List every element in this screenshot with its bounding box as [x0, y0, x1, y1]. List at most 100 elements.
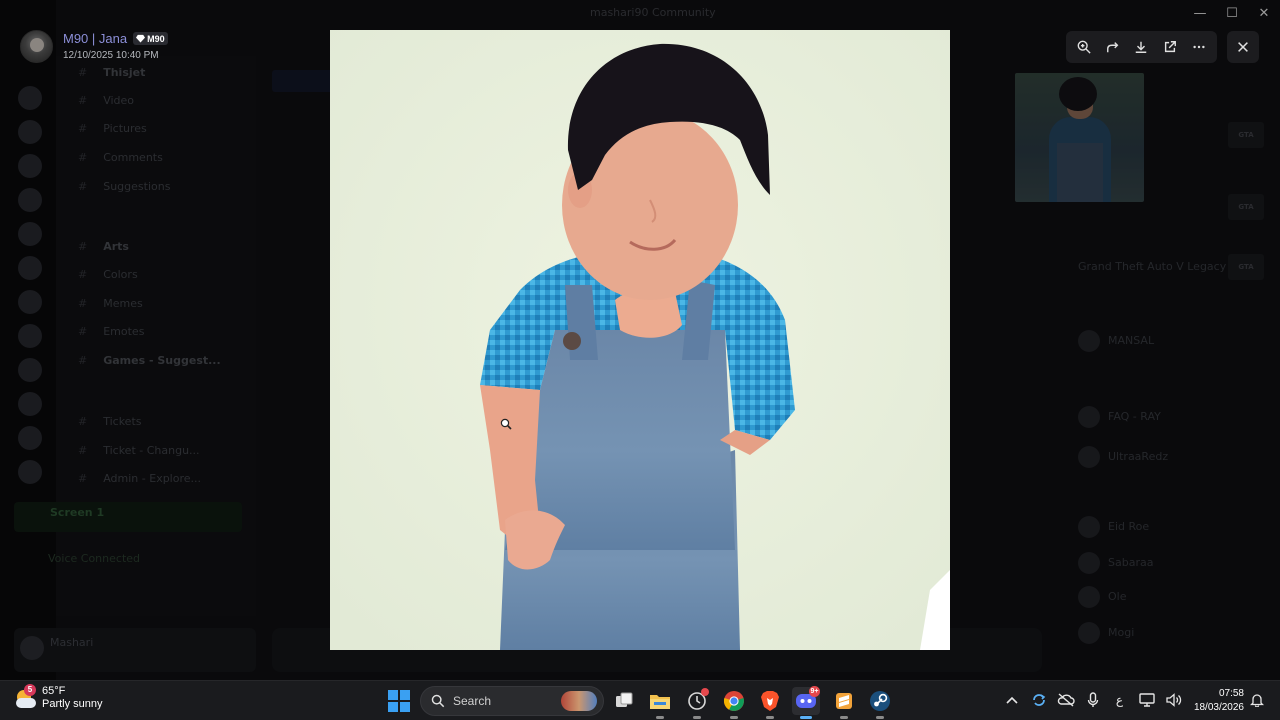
start-button[interactable]	[388, 690, 410, 712]
member-item: Eid Roe	[1078, 516, 1149, 538]
channel-item: # Emotes	[78, 325, 145, 338]
close-viewer-button[interactable]	[1227, 31, 1259, 63]
brave-button[interactable]	[756, 687, 784, 719]
open-external-icon	[1165, 41, 1177, 53]
window-title: mashari90 Community	[590, 6, 716, 19]
taskbar-clock[interactable]: 07:58 18/03/2026	[1186, 687, 1244, 715]
zoom-button[interactable]	[1071, 34, 1097, 60]
server-icon	[18, 188, 42, 212]
server-icon	[18, 256, 42, 280]
background-image-thumbnail	[1015, 73, 1144, 202]
screen: # Thisjet # Video # Pictures # Comments # Sug…	[0, 0, 1280, 720]
avatar[interactable]	[20, 30, 53, 63]
member-list: Grand Theft Auto V Legacy MANSAL FAQ - R…	[1060, 230, 1280, 670]
server-icon	[18, 154, 42, 178]
zoom-in-icon	[1077, 40, 1091, 54]
member-item: MANSAL	[1078, 330, 1154, 352]
minimize-button[interactable]: —	[1184, 0, 1216, 28]
member-item: Ole	[1078, 586, 1126, 608]
open-in-browser-button[interactable]	[1157, 34, 1183, 60]
forward-button[interactable]	[1100, 34, 1126, 60]
weather-badge: 5	[24, 684, 36, 696]
channel-item: # Games - Suggest...	[78, 354, 221, 367]
search-highlight-decoration	[561, 691, 597, 711]
channel-item: # Comments	[78, 151, 163, 164]
steam-button[interactable]	[866, 687, 894, 719]
file-explorer-button[interactable]	[646, 687, 674, 719]
channel-item: # Tickets	[78, 415, 142, 428]
channel-item: # Suggestions	[78, 180, 171, 193]
discord-notification-badge: 9+	[809, 686, 820, 697]
download-button[interactable]	[1128, 34, 1154, 60]
task-view-button[interactable]	[610, 687, 638, 715]
server-icon	[18, 392, 42, 416]
chevron-up-icon	[1005, 696, 1018, 704]
tray-sync-button[interactable]	[1029, 689, 1049, 711]
author-name[interactable]: M90 | Jana	[63, 31, 127, 46]
tray-network-button[interactable]	[1137, 689, 1157, 711]
brave-icon	[761, 691, 779, 711]
member-item: FAQ - RAY	[1078, 406, 1161, 428]
channel-item: # Arts	[78, 240, 129, 253]
forward-icon	[1106, 42, 1119, 53]
clock-date: 18/03/2026	[1193, 702, 1244, 713]
sublime-button[interactable]	[830, 687, 858, 719]
gta-badge: GTA	[1228, 194, 1264, 220]
window-controls: — ☐ ✕	[1184, 0, 1280, 28]
steam-icon	[870, 691, 890, 711]
clock-app-button[interactable]	[683, 687, 711, 719]
channel-item: # Memes	[78, 297, 143, 310]
rtc-status: Voice Connected	[48, 552, 141, 565]
weather-temp: 65°F	[42, 685, 66, 697]
chrome-icon	[723, 691, 744, 711]
zoom-cursor-icon	[500, 418, 512, 430]
gem-icon	[136, 34, 146, 43]
weather-widget[interactable]: 5 65°F Partly sunny	[14, 684, 103, 711]
server-list	[0, 0, 56, 680]
viewer-toolbar	[1066, 31, 1217, 63]
tray-microphone-button[interactable]	[1083, 689, 1103, 711]
task-view-icon	[616, 692, 633, 707]
game-activity: Grand Theft Auto V Legacy	[1078, 260, 1227, 273]
partly-sunny-icon: 5	[14, 684, 38, 710]
voice-channel-card: Screen 1	[14, 502, 242, 532]
channel-item: # Video	[78, 94, 135, 107]
clock-time: 07:58	[1218, 688, 1244, 699]
gta-badge: GTA	[1228, 122, 1264, 148]
member-item: Mogi	[1078, 622, 1134, 644]
discord-button[interactable]: 9+	[792, 686, 820, 719]
chrome-button[interactable]	[720, 687, 748, 719]
maximize-button[interactable]: ☐	[1216, 0, 1248, 28]
server-icon	[18, 290, 42, 314]
notification-bell-icon[interactable]	[1250, 693, 1264, 707]
server-icon	[18, 222, 42, 246]
server-icon	[18, 324, 42, 348]
close-window-button[interactable]: ✕	[1248, 0, 1280, 28]
search-label: Search	[453, 694, 492, 708]
timestamp: 12/10/2025 10:40 PM	[63, 50, 159, 61]
tray-language-button[interactable]: ع	[1110, 689, 1130, 711]
tray-overflow-button[interactable]	[1002, 689, 1022, 711]
gta-badge: GTA	[1228, 254, 1264, 280]
user-panel: Mashari	[14, 628, 256, 672]
weather-condition: Partly sunny	[42, 698, 103, 710]
sync-icon	[1032, 694, 1045, 706]
image-author: M90 | Jana M90 12/10/2025 10:40 PM	[20, 30, 168, 63]
taskbar-search[interactable]: Search	[420, 686, 604, 716]
member-item: Sabaraa	[1078, 552, 1153, 574]
tray-volume-button[interactable]	[1164, 689, 1184, 711]
viewed-image[interactable]	[330, 30, 950, 650]
channel-list: # Thisjet # Video # Pictures # Comments # Sug…	[56, 56, 256, 616]
tray-onedrive-button[interactable]	[1056, 689, 1076, 711]
more-icon	[1193, 45, 1205, 49]
avatar	[20, 636, 44, 660]
more-button[interactable]	[1186, 34, 1212, 60]
server-icon	[18, 426, 42, 450]
system-tray: ع	[998, 689, 1187, 711]
channel-item: # Ticket - Changu...	[78, 444, 200, 457]
file-explorer-icon	[650, 695, 670, 709]
taskbar: 5 65°F Partly sunny Search 9+ ع 07:58 18…	[0, 680, 1280, 720]
member-item: UltraaRedz	[1078, 446, 1168, 468]
cloud-off-icon	[1057, 693, 1075, 707]
close-icon	[1238, 42, 1248, 52]
